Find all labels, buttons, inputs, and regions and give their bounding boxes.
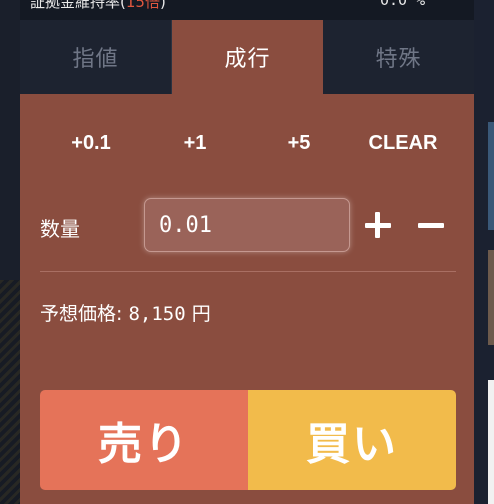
quantity-input[interactable] (144, 198, 350, 252)
plus-icon[interactable] (363, 210, 393, 240)
margin-ratio-value: 0.0 % (380, 0, 426, 9)
tab-market[interactable]: 成行 (172, 20, 323, 94)
order-panel: 指値 成行 特殊 +0.1 +1 +5 CLEAR 数量 予想価格: 8,150… (20, 20, 474, 504)
add-5-button[interactable]: +5 (288, 132, 311, 155)
order-type-tabs: 指値 成行 特殊 (20, 20, 474, 94)
estimated-price: 予想価格: 8,150 円 (40, 299, 211, 326)
leverage-badge: 15倍 (125, 0, 160, 11)
sell-button[interactable]: 売り (40, 390, 248, 490)
tab-limit[interactable]: 指値 (20, 20, 172, 94)
margin-ratio-row: 証拠金維持率(15倍) 0.0 % (20, 0, 474, 21)
tab-special[interactable]: 特殊 (323, 20, 474, 94)
quick-quantity-buttons: +0.1 +1 +5 CLEAR (20, 130, 474, 164)
side-thumbnail-2 (488, 250, 494, 345)
estimated-price-label: 予想価格: (40, 303, 123, 325)
divider (40, 271, 456, 272)
minus-icon[interactable] (416, 210, 446, 240)
quantity-label: 数量 (40, 217, 80, 241)
margin-ratio-label: 証拠金維持率(15倍) (30, 0, 166, 12)
trade-actions: 売り 買い (40, 390, 456, 490)
estimated-price-value: 8,150 (128, 303, 186, 325)
clear-button[interactable]: CLEAR (369, 132, 438, 155)
side-thumbnail-1 (488, 122, 494, 230)
add-0.1-button[interactable]: +0.1 (71, 132, 110, 155)
buy-button[interactable]: 買い (248, 390, 456, 490)
add-1-button[interactable]: +1 (184, 132, 207, 155)
background-chart-stripes (0, 280, 20, 504)
side-thumbnail-3 (488, 380, 494, 504)
estimated-price-unit: 円 (191, 303, 211, 325)
